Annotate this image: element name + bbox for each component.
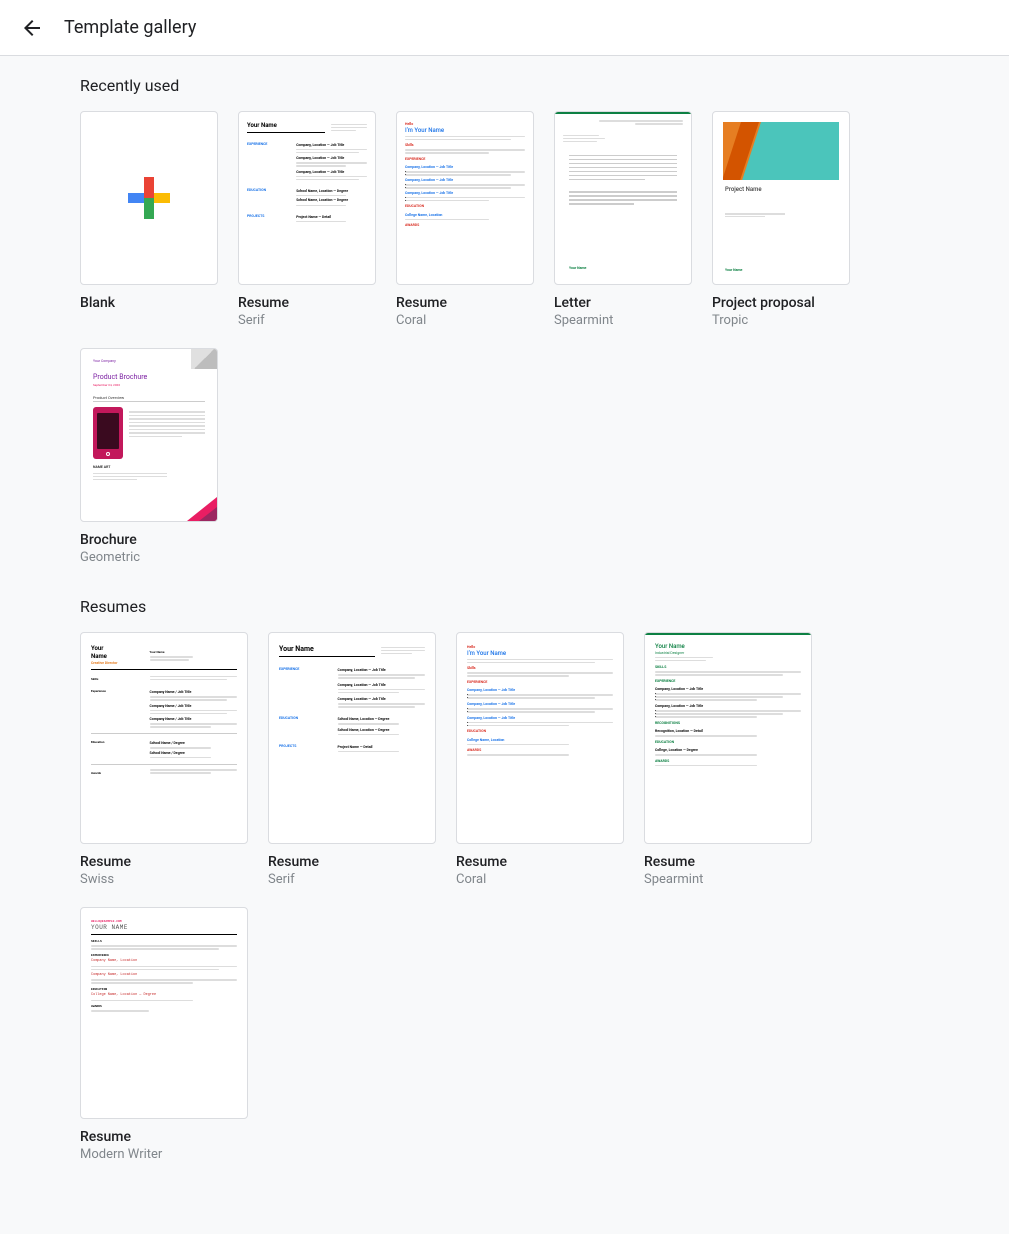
back-button[interactable]: [12, 8, 52, 48]
recent-grid: Blank Your Name EXPERIENCE: [80, 111, 929, 565]
template-resume-coral[interactable]: Hello I'm Your Name Skills EXPERIENCE Co…: [396, 111, 534, 328]
template-project-proposal-tropic[interactable]: Project Name Your Name Project proposal …: [712, 111, 850, 328]
thumb-resume-serif: Your Name EXPERIENCE Company, Location —…: [238, 111, 376, 285]
section-resumes: Resumes YourName Creative Director Your …: [80, 597, 929, 1162]
template-resume-coral-2[interactable]: Hello I'm Your Name Skills EXPERIENCE Co…: [456, 632, 624, 887]
card-title: Blank: [80, 295, 218, 311]
card-subtitle: Spearmint: [554, 313, 692, 328]
thumb-resume-coral: Hello I'm Your Name Skills EXPERIENCE Co…: [396, 111, 534, 285]
thumb-resume-spearmint: Your Name Industrial Designer SKILLS EXP…: [644, 632, 812, 844]
card-subtitle: Swiss: [80, 872, 248, 887]
template-resume-serif[interactable]: Your Name EXPERIENCE Company, Location —…: [238, 111, 376, 328]
card-title: Resume: [80, 854, 248, 870]
resumes-grid: YourName Creative Director Your Name Ski…: [80, 632, 929, 1162]
card-title: Resume: [268, 854, 436, 870]
card-title: Project proposal: [712, 295, 850, 311]
thumb-brochure-geometric: Your Company Product Brochure September …: [80, 348, 218, 522]
thumb-resume-serif-2: Your Name EXPERIENCE Company, Location —…: [268, 632, 436, 844]
card-subtitle: Coral: [456, 872, 624, 887]
back-arrow-icon: [20, 16, 44, 40]
card-subtitle: Serif: [238, 313, 376, 328]
template-blank[interactable]: Blank: [80, 111, 218, 328]
card-title: Resume: [644, 854, 812, 870]
header-bar: Template gallery: [0, 0, 1009, 56]
card-subtitle: Geometric: [80, 550, 218, 565]
thumb-resume-modern-writer: HELLO@EXAMPLE.COM YOUR NAME SKILLS EXPER…: [80, 907, 248, 1119]
content-area: Recently used Blank Your Name: [0, 56, 1009, 1234]
card-subtitle: Coral: [396, 313, 534, 328]
section-recently-used: Recently used Blank Your Name: [80, 76, 929, 565]
template-resume-serif-2[interactable]: Your Name EXPERIENCE Company, Location —…: [268, 632, 436, 887]
card-title: Resume: [238, 295, 376, 311]
template-brochure-geometric[interactable]: Your Company Product Brochure September …: [80, 348, 218, 565]
template-resume-modern-writer[interactable]: HELLO@EXAMPLE.COM YOUR NAME SKILLS EXPER…: [80, 907, 248, 1162]
plus-icon: [128, 177, 170, 219]
thumb-blank: [80, 111, 218, 285]
thumb-resume-coral-2: Hello I'm Your Name Skills EXPERIENCE Co…: [456, 632, 624, 844]
card-title: Resume: [396, 295, 534, 311]
thumb-project-tropic: Project Name Your Name: [712, 111, 850, 285]
template-resume-spearmint[interactable]: Your Name Industrial Designer SKILLS EXP…: [644, 632, 812, 887]
card-subtitle: Modern Writer: [80, 1147, 248, 1162]
thumb-letter-spearmint: Your Name: [554, 111, 692, 285]
card-subtitle: Spearmint: [644, 872, 812, 887]
card-title: Letter: [554, 295, 692, 311]
page-title: Template gallery: [64, 17, 196, 38]
card-title: Resume: [456, 854, 624, 870]
card-subtitle: Serif: [268, 872, 436, 887]
card-subtitle: Tropic: [712, 313, 850, 328]
section-title-resumes: Resumes: [80, 597, 929, 616]
section-title-recent: Recently used: [80, 76, 929, 95]
card-title: Brochure: [80, 532, 218, 548]
thumb-resume-swiss: YourName Creative Director Your Name Ski…: [80, 632, 248, 844]
template-resume-swiss[interactable]: YourName Creative Director Your Name Ski…: [80, 632, 248, 887]
card-title: Resume: [80, 1129, 248, 1145]
template-letter-spearmint[interactable]: Your Name Letter Spearmint: [554, 111, 692, 328]
